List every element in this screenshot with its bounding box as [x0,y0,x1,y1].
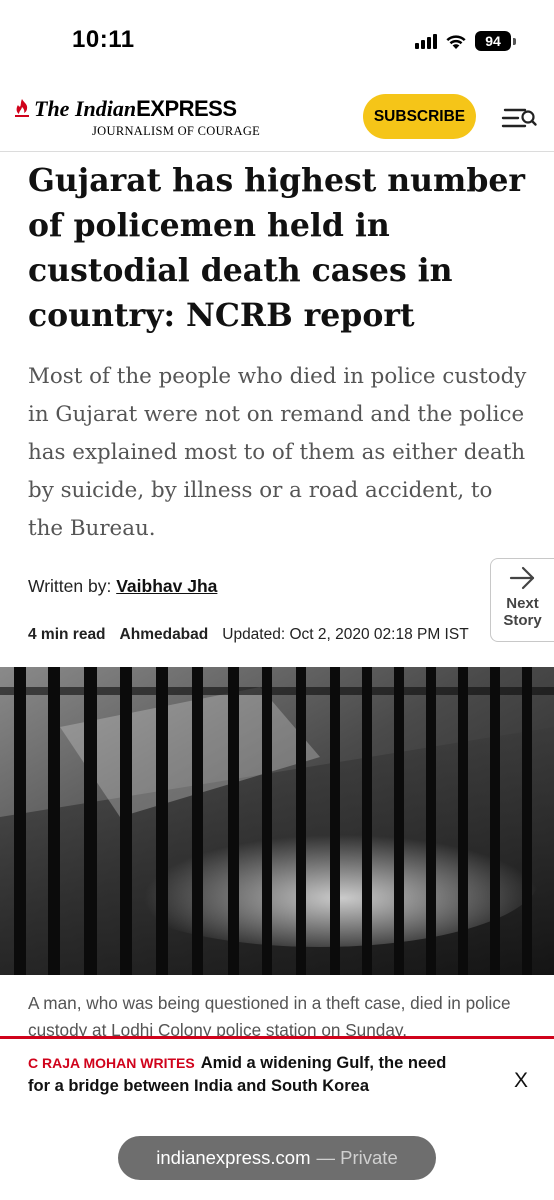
private-mode-label: — Private [316,1147,398,1168]
article-meta: 4 min read Ahmedabad Updated: Oct 2, 202… [28,626,469,644]
status-icons: 94 [415,30,516,52]
subscribe-button[interactable]: SUBSCRIBE [363,94,476,139]
byline-prefix: Written by: [28,576,112,596]
site-header: The IndianEXPRESS JOURNALISM OF COURAGE … [0,84,554,152]
url-bar[interactable]: indianexpress.com — Private [118,1136,436,1180]
article-headline: Gujarat has highest number of policemen … [28,162,526,334]
read-time: 4 min read [28,626,106,643]
status-bar: 10:11 94 [0,0,554,84]
article-byline: Written by: Vaibhav Jha [28,576,217,597]
close-icon[interactable]: X [514,1069,528,1093]
promo-text[interactable]: C Raja Mohan writes Amid a widening Gulf,… [28,1052,458,1098]
site-logo[interactable]: The IndianEXPRESS JOURNALISM OF COURAGE [12,96,260,142]
flame-logo-icon [15,99,29,117]
dateline-location: Ahmedabad [119,626,209,643]
article-synopsis: Most of the people who died in police cu… [28,364,527,541]
signal-icon [415,33,437,49]
jail-bars-image [0,667,554,975]
next-story-label: Next Story [503,595,542,629]
logo-wordmark: The IndianEXPRESS [34,96,237,121]
arrow-right-icon [509,566,534,590]
promo-kicker: C Raja Mohan writes [28,1055,195,1071]
battery-level: 94 [475,31,511,51]
article-image[interactable] [0,667,554,975]
logo-tagline: JOURNALISM OF COURAGE [92,124,261,138]
author-link[interactable]: Vaibhav Jha [116,576,217,596]
url-domain: indianexpress.com [156,1147,311,1168]
next-story-button[interactable]: Next Story [490,558,554,642]
updated-timestamp: Updated: Oct 2, 2020 02:18 PM IST [222,626,469,643]
menu-icon[interactable] [500,102,538,132]
status-time: 10:11 [72,26,135,53]
battery-icon: 94 [475,31,516,51]
wifi-icon [446,34,466,49]
